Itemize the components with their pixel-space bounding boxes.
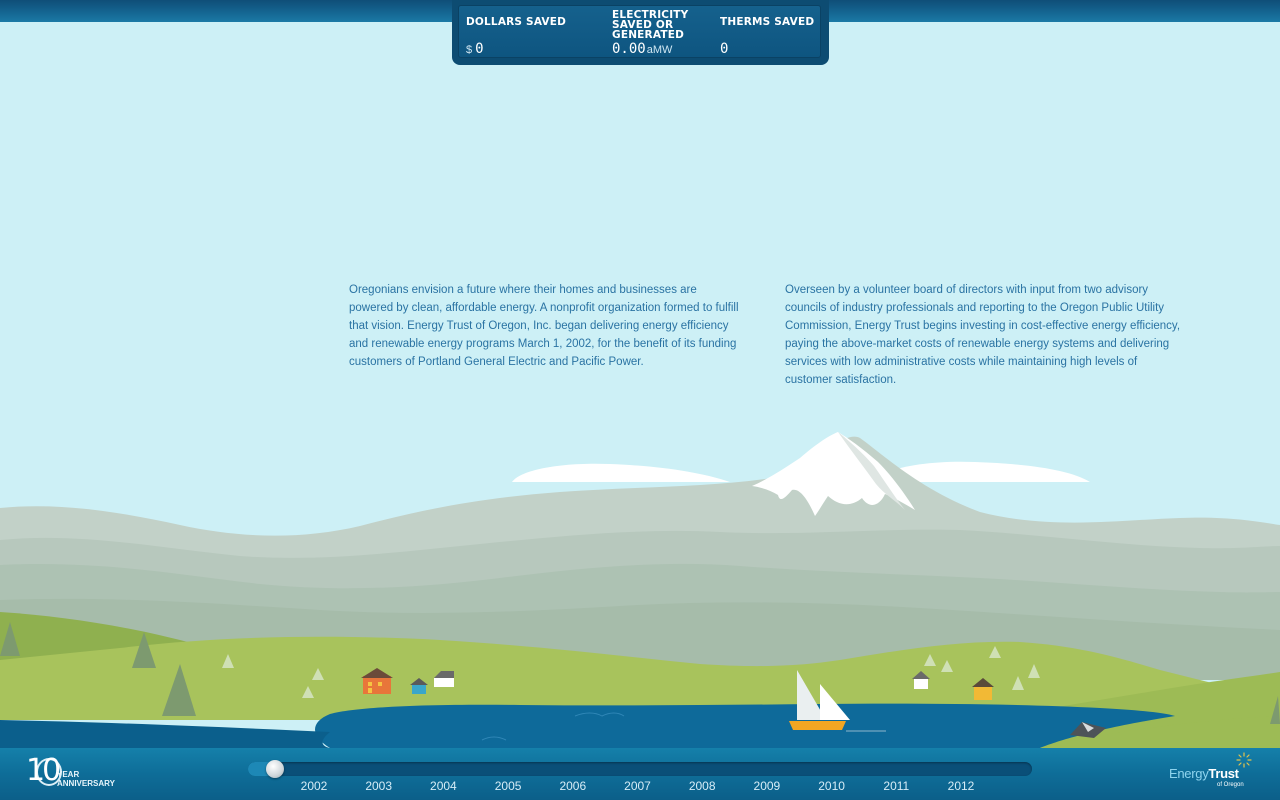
energy-trust-logo[interactable]: EnergyTrust of Oregon [1169, 752, 1279, 796]
lake-left-shore [0, 720, 330, 748]
timeline-year-2006[interactable]: 2006 [553, 779, 593, 793]
intro-paragraph-right: Overseen by a volunteer board of directo… [785, 284, 1181, 386]
logo-word-energy: Energy [1169, 766, 1209, 781]
stat-therms-saved: THERMS SAVED 0 [720, 6, 820, 59]
stat-label: THERMS SAVED [720, 16, 815, 28]
stat-label: ELECTRICITY SAVED OR GENERATED [612, 9, 689, 41]
timeline-year-2010[interactable]: 2010 [812, 779, 852, 793]
lake [315, 703, 1175, 748]
stat-number: 0 [475, 41, 484, 57]
timeline-year-2008[interactable]: 2008 [682, 779, 722, 793]
cloud-left [512, 463, 730, 482]
timeline-year-2003[interactable]: 2003 [359, 779, 399, 793]
intro-paragraph-left: Oregonians envision a future where their… [349, 284, 739, 368]
stat-label: DOLLARS SAVED [466, 16, 567, 28]
timeline-slider-track[interactable] [248, 762, 1032, 776]
logo-wordmark: EnergyTrust [1169, 766, 1239, 782]
timeline-year-2002[interactable]: 2002 [294, 779, 334, 793]
stat-unit: aMW [646, 44, 673, 56]
logo-subtitle: of Oregon [1217, 782, 1244, 788]
stat-electricity: ELECTRICITY SAVED OR GENERATED 0.00aMW [612, 6, 712, 59]
stat-value: $0 [466, 41, 484, 58]
timeline-year-2012[interactable]: 2012 [941, 779, 981, 793]
anniversary-text: YEAR ANNIVERSARY [57, 770, 115, 788]
timeline-year-2011[interactable]: 2011 [876, 779, 916, 793]
anniversary-badge: 10 YEAR ANNIVERSARY [26, 753, 121, 791]
stat-dollars-saved: DOLLARS SAVED $0 [466, 6, 606, 59]
stat-prefix: $ [466, 44, 473, 56]
timeline-year-2005[interactable]: 2005 [488, 779, 528, 793]
stat-value: 0 [720, 41, 728, 57]
stat-number: 0 [720, 41, 729, 57]
timeline-year-2004[interactable]: 2004 [423, 779, 463, 793]
stats-panel-inner: DOLLARS SAVED $0 ELECTRICITY SAVED OR GE… [458, 5, 821, 58]
stat-value: 0.00aMW [612, 41, 672, 58]
timeline-year-2007[interactable]: 2007 [618, 779, 658, 793]
stat-number: 0.00 [612, 41, 646, 57]
timeline-year-2009[interactable]: 2009 [747, 779, 787, 793]
landscape-illustration [0, 432, 1280, 760]
logo-word-trust: Trust [1208, 766, 1239, 781]
anniversary-number: 10 [26, 753, 61, 788]
stats-panel: DOLLARS SAVED $0 ELECTRICITY SAVED OR GE… [452, 0, 829, 65]
